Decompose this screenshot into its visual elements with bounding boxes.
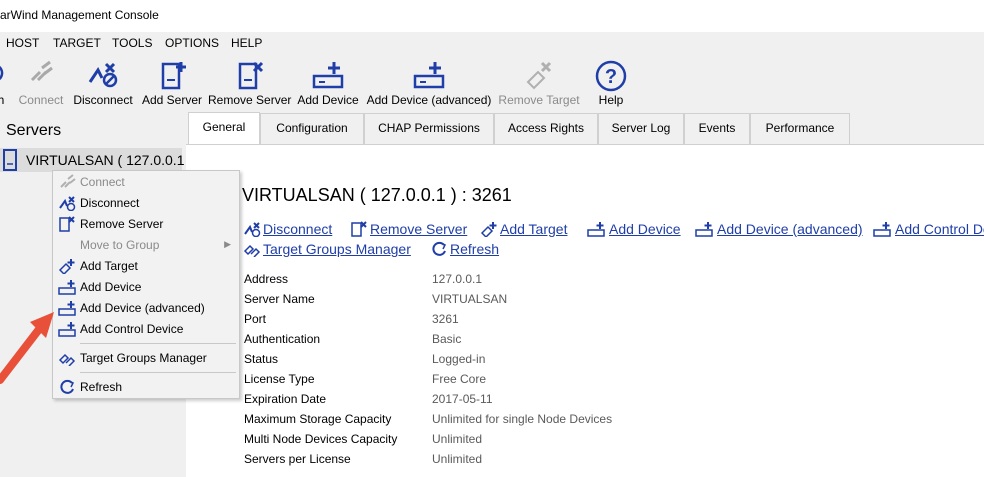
property-row: Expiration Date 2017-05-11	[244, 392, 493, 406]
window-title: arWind Management Console	[0, 8, 159, 22]
disconnect-icon	[244, 222, 261, 237]
add-device-icon	[58, 280, 76, 295]
remove-server-icon	[351, 221, 367, 237]
add-control-device-link[interactable]: Add Control De	[873, 221, 984, 237]
menu-bar: HOST TARGET TOOLS OPTIONS HELP	[0, 32, 984, 54]
add-target-icon	[480, 222, 497, 237]
add-control-device-icon	[873, 222, 891, 237]
refresh-icon	[60, 379, 75, 394]
tree-node-virtualsan[interactable]: VIRTUALSAN ( 127.0.0.1	[0, 148, 185, 172]
add-control-device-icon	[58, 322, 76, 337]
remove-server-icon	[238, 61, 264, 90]
refresh-icon	[432, 241, 447, 256]
property-row: Multi Node Devices Capacity Unlimited	[244, 432, 483, 446]
tab-configuration[interactable]: Configuration	[260, 113, 364, 144]
tab-performance[interactable]: Performance	[750, 113, 850, 144]
toolbar-add-server-button[interactable]: Add Server	[141, 54, 203, 112]
help-icon: ?	[595, 60, 627, 92]
add-device-advanced-icon	[413, 62, 445, 89]
title-bar: arWind Management Console	[0, 0, 984, 30]
refresh-icon	[0, 65, 4, 81]
disconnect-icon	[88, 62, 118, 88]
remove-server-icon	[59, 216, 75, 232]
add-target-link[interactable]: Add Target	[480, 221, 567, 237]
add-device-icon	[587, 222, 605, 237]
toolbar-connect-button[interactable]: Connect	[16, 54, 66, 112]
context-item-add-device[interactable]: Add Device	[53, 277, 239, 297]
connect-icon	[60, 174, 76, 188]
context-item-target-groups-manager[interactable]: Target Groups Manager	[53, 348, 239, 368]
tab-access-rights[interactable]: Access Rights	[494, 113, 598, 144]
add-device-advanced-link[interactable]: Add Device (advanced)	[695, 221, 863, 237]
property-row: License Type Free Core	[244, 372, 487, 386]
context-item-add-target[interactable]: Add Target	[53, 256, 239, 276]
target-groups-icon	[243, 244, 261, 257]
tab-server-log[interactable]: Server Log	[598, 113, 684, 144]
target-groups-icon	[58, 353, 76, 366]
add-device-icon	[312, 62, 344, 89]
context-item-move-to-group[interactable]: Move to Group ▶	[53, 235, 239, 255]
context-item-disconnect[interactable]: Disconnect	[53, 193, 239, 213]
tab-chap-permissions[interactable]: CHAP Permissions	[364, 113, 494, 144]
add-device-link[interactable]: Add Device	[587, 221, 681, 237]
server-context-menu: Connect Disconnect Remove Server Move to…	[52, 170, 240, 399]
menu-separator	[80, 343, 236, 344]
property-row: Port 3261	[244, 312, 459, 326]
server-title: VIRTUALSAN ( 127.0.0.1 ) : 3261	[242, 185, 512, 205]
context-item-remove-server[interactable]: Remove Server	[53, 214, 239, 234]
add-target-icon	[58, 259, 75, 274]
tab-strip: General Configuration CHAP Permissions A…	[186, 112, 984, 145]
property-row: Server Name VIRTUALSAN	[244, 292, 508, 306]
disconnect-icon	[59, 196, 76, 211]
remove-target-icon	[526, 61, 552, 90]
menu-host[interactable]: HOST	[6, 36, 39, 50]
toolbar: h Connect Disconnect Add Server Remove S…	[0, 54, 984, 112]
menu-target[interactable]: TARGET	[53, 36, 101, 50]
menu-separator	[80, 372, 236, 373]
target-groups-manager-link[interactable]: Target Groups Manager	[243, 241, 411, 257]
property-row: Maximum Storage Capacity Unlimited for si…	[244, 412, 613, 426]
toolbar-add-device-button[interactable]: Add Device	[296, 54, 360, 112]
add-server-icon	[161, 62, 186, 90]
toolbar-add-device-advanced-button[interactable]: Add Device (advanced)	[366, 54, 492, 112]
connect-icon	[30, 60, 53, 82]
toolbar-remove-target-button[interactable]: Remove Target	[498, 54, 580, 112]
server-icon	[3, 149, 17, 171]
property-row: Servers per License Unlimited	[244, 452, 483, 466]
toolbar-disconnect-button[interactable]: Disconnect	[72, 54, 134, 112]
tree-node-label: VIRTUALSAN ( 127.0.0.1	[26, 152, 185, 168]
submenu-arrow-icon: ▶	[224, 239, 231, 249]
tab-events[interactable]: Events	[684, 113, 750, 144]
add-device-advanced-icon	[58, 301, 76, 316]
property-row: Status Logged-in	[244, 352, 486, 366]
refresh-link[interactable]: Refresh	[430, 241, 499, 257]
svg-text:?: ?	[605, 66, 617, 88]
toolbar-remove-server-button[interactable]: Remove Server	[208, 54, 291, 112]
remove-server-link[interactable]: Remove Server	[350, 221, 467, 237]
context-item-refresh[interactable]: Refresh	[53, 377, 239, 397]
context-item-connect[interactable]: Connect	[53, 172, 239, 192]
context-item-add-device-advanced[interactable]: Add Device (advanced)	[53, 298, 239, 318]
context-item-add-control-device[interactable]: Add Control Device	[53, 319, 239, 339]
toolbar-help-button[interactable]: ? Help	[594, 54, 628, 112]
tab-general[interactable]: General	[188, 112, 260, 145]
property-row: Authentication Basic	[244, 332, 462, 346]
menu-options[interactable]: OPTIONS	[165, 36, 219, 50]
disconnect-link[interactable]: Disconnect	[243, 221, 332, 237]
add-device-advanced-icon	[695, 222, 713, 237]
annotation-arrow-icon	[0, 312, 54, 384]
property-row: Address 127.0.0.1	[244, 272, 483, 286]
tree-root-servers[interactable]: Servers	[6, 122, 61, 140]
menu-help[interactable]: HELP	[231, 36, 262, 50]
menu-tools[interactable]: TOOLS	[112, 36, 152, 50]
toolbar-refresh-button[interactable]: h	[0, 54, 8, 112]
